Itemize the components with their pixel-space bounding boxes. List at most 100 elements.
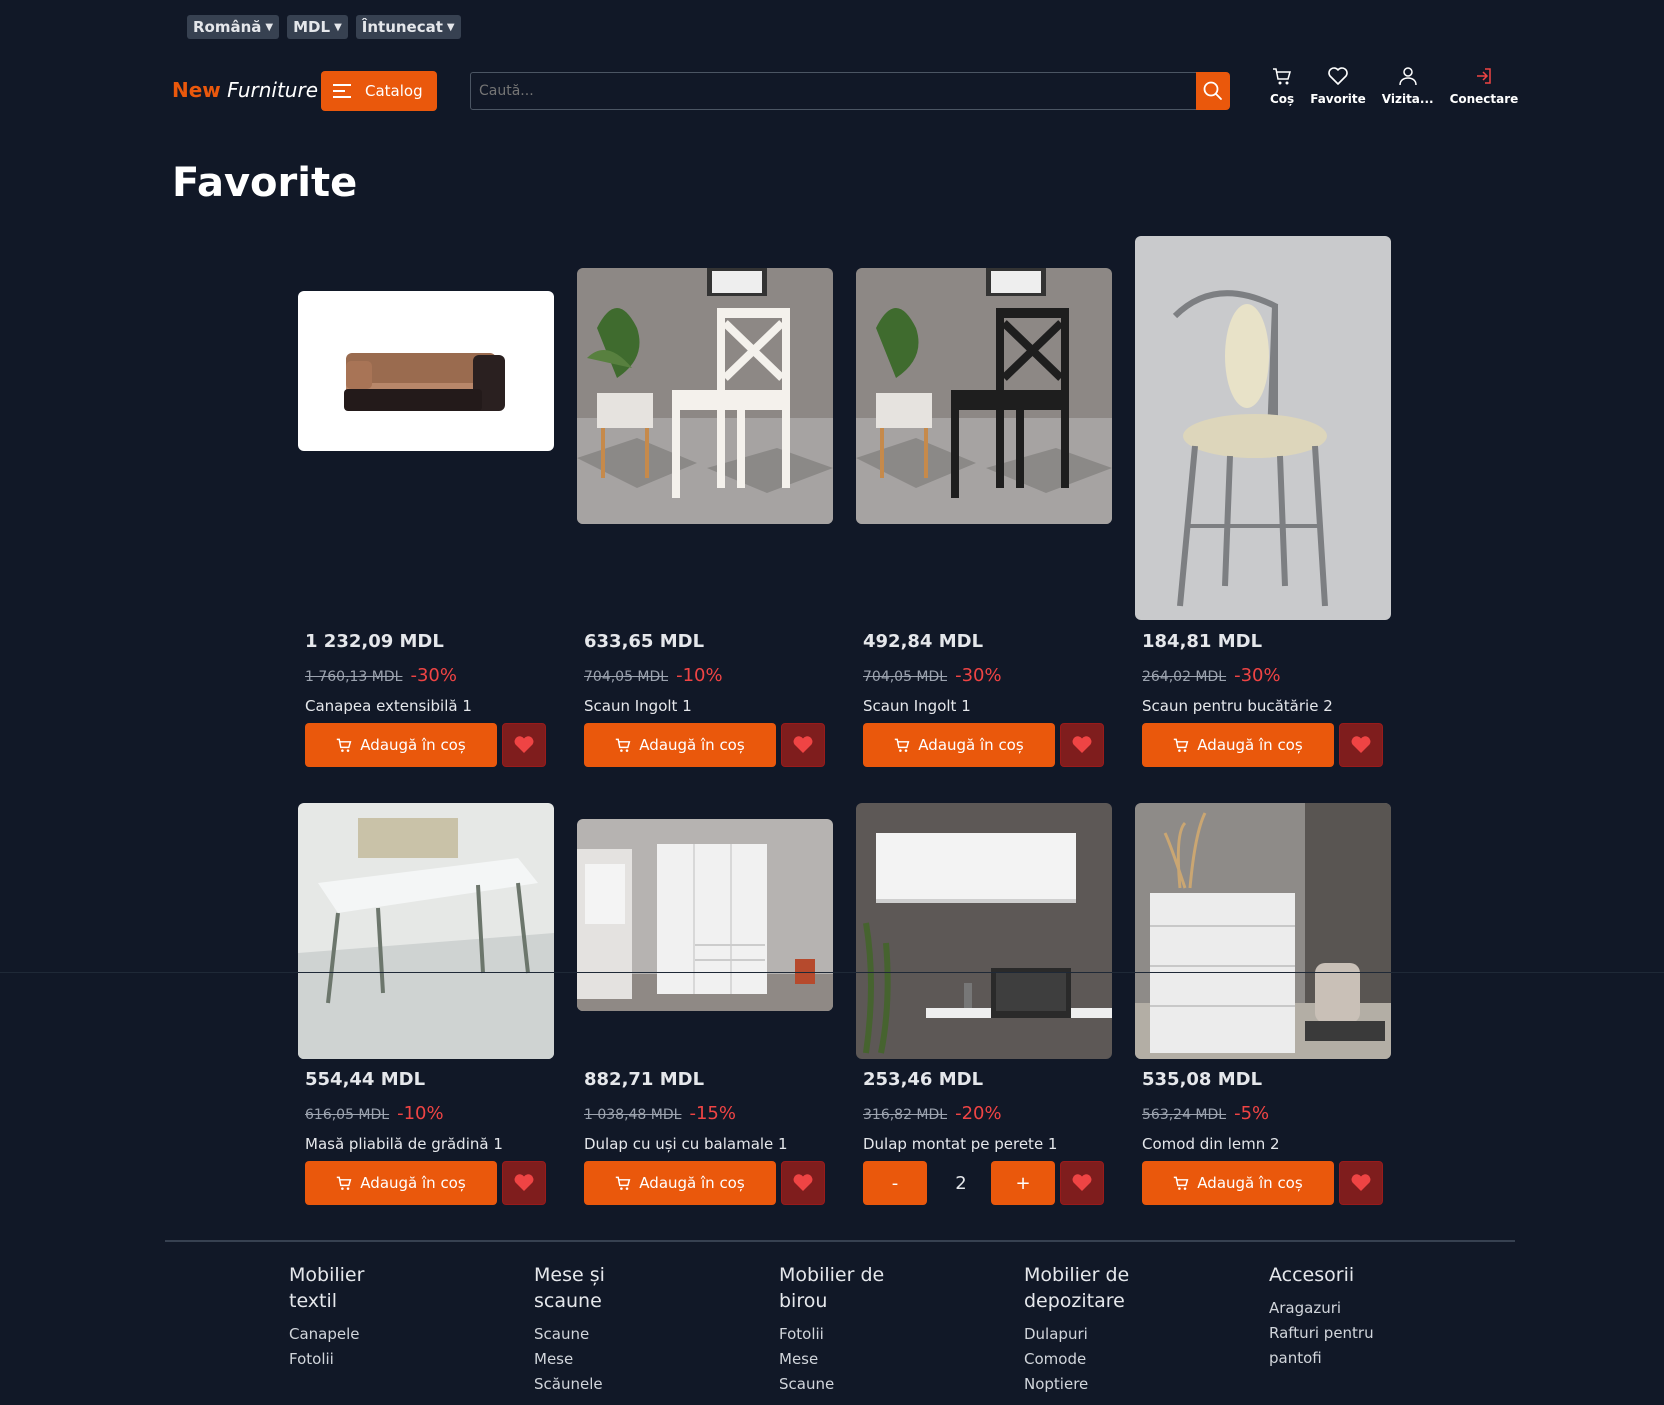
add-to-cart-label: Adaugă în coș [360,736,466,754]
footer-column: Mobilier textil Canapele Fotolii [289,1262,399,1372]
search-input[interactable] [470,72,1198,110]
product-image-black-chair[interactable] [856,268,1112,524]
product-name[interactable]: Scaun pentru bucătărie 2 [1142,697,1333,715]
add-to-cart-button[interactable]: Adaugă în coș [1142,1161,1334,1205]
footer-link[interactable]: Canapele [289,1322,399,1347]
remove-favorite-button[interactable] [1339,723,1383,767]
logo[interactable]: New Furniture [172,78,318,102]
nav-favorites[interactable]: Favorite [1302,66,1374,106]
nav-cart[interactable]: Coș [1262,66,1302,106]
header-nav: Coș Favorite Vizita... Conectare [1262,66,1526,106]
footer-column-title: Accesorii [1269,1264,1355,1286]
logo-furniture: Furniture [227,78,319,102]
remove-favorite-button[interactable] [781,723,825,767]
language-select[interactable]: Română ▼ [187,15,280,39]
footer-link[interactable]: Scăunele [534,1372,644,1397]
nav-login-label: Conectare [1449,92,1519,106]
product-name[interactable]: Dulap montat pe perete 1 [863,1135,1057,1153]
footer-link[interactable]: Aragazuri [1269,1296,1389,1321]
product-name[interactable]: Masă pliabilă de grădină 1 [305,1135,503,1153]
product-old-price-line: 1 760,13 MDL -30% [305,665,457,686]
cart-icon [1273,68,1292,85]
quantity-decrease-button[interactable]: - [863,1161,927,1205]
remove-favorite-button[interactable] [781,1161,825,1205]
product-old-price: 316,82 MDL [863,1107,948,1123]
chevron-down-icon: ▼ [446,21,455,33]
add-to-cart-label: Adaugă în coș [1197,736,1303,754]
remove-favorite-button[interactable] [1060,723,1104,767]
footer-link[interactable]: Rafturi pentru pantofi [1269,1321,1389,1371]
heart-icon [514,736,534,753]
product-old-price: 616,05 MDL [305,1107,390,1123]
footer-link[interactable]: Dulapuri [1024,1322,1134,1347]
footer-link[interactable]: Mese [779,1347,889,1372]
footer-link[interactable]: Comode [1024,1347,1134,1372]
product-image-white-chair[interactable] [577,268,833,524]
theme-select[interactable]: Întunecat ▼ [355,15,461,39]
product-image-folding-table[interactable] [298,803,554,1059]
product-name[interactable]: Canapea extensibilă 1 [305,697,472,715]
add-to-cart-button[interactable]: Adaugă în coș [584,723,776,767]
product-image-wardrobe[interactable] [577,819,833,1011]
product-name[interactable]: Dulap cu uși cu balamale 1 [584,1135,788,1153]
footer-link[interactable]: Fotolii [779,1322,889,1347]
footer-link[interactable]: Mese [534,1347,644,1372]
heart-icon [1072,1174,1092,1191]
remove-favorite-button[interactable] [1339,1161,1383,1205]
catalog-button[interactable]: Catalog [321,71,437,111]
add-to-cart-label: Adaugă în coș [639,1174,745,1192]
product-image-wall-cabinet[interactable] [856,803,1112,1059]
product-old-price-line: 704,05 MDL -30% [863,665,1002,686]
product-discount: -30% [410,665,457,686]
product-price: 253,46 MDL [863,1069,984,1090]
add-to-cart-button[interactable]: Adaugă în coș [305,1161,497,1205]
search-icon [1203,81,1222,100]
cart-icon [337,1176,352,1190]
heart-icon [1328,67,1348,85]
footer-link[interactable]: Fotolii [289,1347,399,1372]
product-old-price-line: 316,82 MDL -20% [863,1103,1002,1124]
heart-icon [1351,1174,1371,1191]
product-image-kitchen-chair[interactable] [1135,236,1391,620]
divider [0,972,1664,973]
quantity-increase-button[interactable]: + [991,1161,1055,1205]
currency-value: MDL [293,18,331,36]
currency-select[interactable]: MDL ▼ [287,15,348,39]
product-price: 882,71 MDL [584,1069,705,1090]
add-to-cart-button[interactable]: Adaugă în coș [584,1161,776,1205]
search-button[interactable] [1196,72,1230,110]
page-title: Favorite [172,160,358,206]
product-price: 492,84 MDL [863,631,984,652]
product-name[interactable]: Scaun Ingolt 1 [863,697,971,715]
product-discount: -30% [955,665,1002,686]
nav-login[interactable]: Conectare [1442,66,1527,106]
chevron-down-icon: ▼ [265,21,274,33]
footer-column-title: Mobilier de depozitare [1024,1264,1130,1312]
theme-value: Întunecat [361,18,443,36]
remove-favorite-button[interactable] [502,723,546,767]
product-price: 184,81 MDL [1142,631,1263,652]
add-to-cart-button[interactable]: Adaugă în coș [863,723,1055,767]
product-image-dresser[interactable] [1135,803,1391,1059]
nav-visitor[interactable]: Vizita... [1374,66,1442,106]
footer-link[interactable]: Scaune [534,1322,644,1347]
product-old-price: 704,05 MDL [584,669,669,685]
product-old-price: 563,24 MDL [1142,1107,1227,1123]
remove-favorite-button[interactable] [502,1161,546,1205]
product-old-price-line: 1 038,48 MDL -15% [584,1103,736,1124]
footer-link[interactable]: Noptiere [1024,1372,1134,1397]
add-to-cart-button[interactable]: Adaugă în coș [305,723,497,767]
footer-column-title: Mese și scaune [534,1264,605,1312]
product-price: 554,44 MDL [305,1069,426,1090]
footer-link[interactable]: Scaune [779,1372,889,1397]
add-to-cart-button[interactable]: Adaugă în coș [1142,723,1334,767]
product-price: 633,65 MDL [584,631,705,652]
add-to-cart-label: Adaugă în coș [1197,1174,1303,1192]
product-image-sofa[interactable] [298,291,554,451]
product-name[interactable]: Scaun Ingolt 1 [584,697,692,715]
cart-icon [616,738,631,752]
catalog-label: Catalog [365,82,423,100]
product-name[interactable]: Comod din lemn 2 [1142,1135,1280,1153]
remove-favorite-button[interactable] [1060,1161,1104,1205]
product-discount: -10% [397,1103,444,1124]
